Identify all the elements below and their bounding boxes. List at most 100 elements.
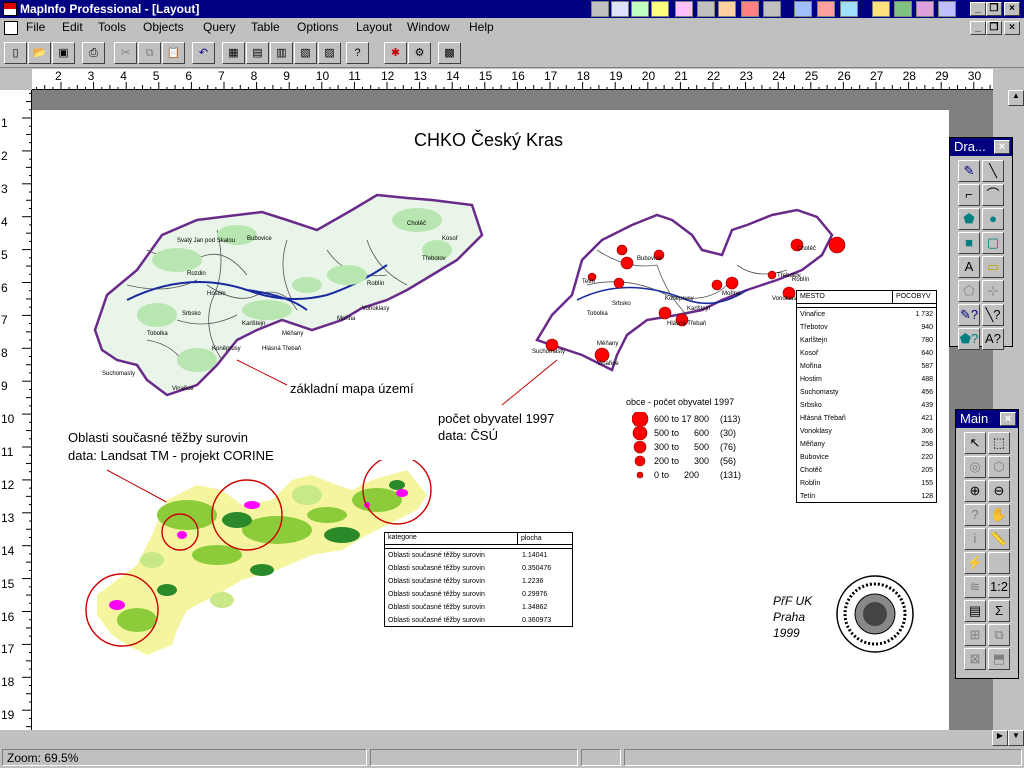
legend-row[interactable]: 500 to 600 (30) [632,426,762,440]
menu-options[interactable]: Options [297,20,338,34]
app-launcher-icon[interactable] [591,1,609,17]
main-palette-titlebar[interactable]: Main × [956,410,1018,428]
menu-layout[interactable]: Layout [356,20,392,34]
frame-tool-icon[interactable]: ▭ [982,256,1004,278]
table-row[interactable]: Hostim 488 [797,373,936,386]
add-node-tool-icon[interactable]: ⊹ [982,280,1004,302]
drawing-palette[interactable]: Dra... × ✎ ╲ ⌐ ⌒ ⬟ ● ■ ▢ A ▭ ⬠ ⊹ ✎? ╲? ⬟? A? [949,137,1013,350]
polygon-select-icon[interactable]: ⬡ [988,456,1010,478]
drawing-tool-icon[interactable] [697,1,715,17]
scroll-up-button[interactable]: ▲ [1008,90,1024,106]
mining-map[interactable] [77,460,437,665]
table-row[interactable]: Měňany 258 [797,438,936,451]
redistrict-icon[interactable]: ▨ [318,42,341,64]
scale-icon[interactable]: 1:2 [988,576,1010,598]
signature-line-2[interactable]: Praha [773,610,805,624]
menu-window[interactable]: Window [407,20,450,34]
select-tool-icon[interactable]: ↖ [964,432,986,454]
menu-query[interactable]: Query [203,20,236,34]
save-icon[interactable]: ▣ [52,42,75,64]
drawing-palette-titlebar[interactable]: Dra... × [950,138,1012,156]
legend-icon[interactable]: ▤ [964,600,986,622]
table-row[interactable]: Mořina 587 [797,360,936,373]
polyline-tool-icon[interactable]: ⌐ [958,184,980,206]
child-minimize-button[interactable]: _ [970,21,986,35]
population-source-label[interactable]: data: ČSÚ [438,428,498,443]
reshape-tool-icon[interactable]: ⬠ [958,280,980,302]
menu-file[interactable]: File [26,20,45,34]
change-view-icon[interactable]: ? [964,504,986,526]
table-row[interactable]: Oblasti současné těžby surovin 1.14041 [385,549,572,562]
new-grapher-icon[interactable]: ▥ [270,42,293,64]
camera-icon[interactable] [763,1,781,17]
table-row[interactable]: Suchomasty 456 [797,386,936,399]
layout-page[interactable]: CHKO Český Kras Svatý Jan pod Skalou Bubo… [32,110,949,746]
radius-select-icon[interactable]: ◎ [964,456,986,478]
menu-tools[interactable]: Tools [98,20,126,34]
new-layout-icon[interactable]: ▧ [294,42,317,64]
new-browser-icon[interactable]: ▦ [222,42,245,64]
mining-label[interactable]: Oblasti současné těžby surovin [68,430,248,445]
key-icon[interactable] [651,1,669,17]
layout-canvas[interactable]: CHKO Český Kras Svatý Jan pod Skalou Bubo… [32,90,993,746]
table-row[interactable]: Třebotov 940 [797,321,936,334]
text-style-icon[interactable]: A? [982,328,1004,350]
drag-window-icon[interactable]: ⧉ [988,624,1010,646]
table-row[interactable]: Oblasti současné těžby surovin 0.29976 [385,588,572,601]
layer-control-icon[interactable]: ≋ [964,576,986,598]
polygon-tool-icon[interactable]: ⬟ [958,208,980,230]
arc-tool-icon[interactable]: ⌒ [982,184,1004,206]
scroll-right-button[interactable]: ▶ [992,730,1008,746]
table-row[interactable]: Roblín 155 [797,477,936,490]
symbol-tool-icon[interactable]: ✎ [958,160,980,182]
table-row[interactable]: Oblasti současné těžby surovin 1.34862 [385,601,572,614]
legend-row[interactable]: 300 to 500 (76) [632,440,762,454]
statistics-icon[interactable]: Σ [988,600,1010,622]
horizontal-scrollbar[interactable]: ▶ [0,730,1008,746]
text-tool-icon[interactable]: A [958,256,980,278]
marquee-select-icon[interactable]: ⬚ [988,432,1010,454]
table-row[interactable]: Oblasti současné těžby surovin 1.2236 [385,575,572,588]
scroll-down-button[interactable]: ▼ [1008,730,1024,746]
mouse-icon[interactable] [938,1,956,17]
table-row[interactable]: Vonoklasy 306 [797,425,936,438]
main-palette-close-button[interactable]: × [1000,412,1016,426]
document-icon[interactable] [4,21,18,35]
drawing-palette-close-button[interactable]: × [994,140,1010,154]
signature-line-1[interactable]: PřF UK [773,594,812,608]
scale-bar-icon[interactable]: ▩ [438,42,461,64]
table-row[interactable]: Tetín 128 [797,490,936,503]
cube-icon[interactable] [817,1,835,17]
population-table[interactable]: MESTO POCOBYV Vinařice 1 732 Třebotov 940 Ka… [796,290,937,503]
rounded-rect-tool-icon[interactable]: ▢ [982,232,1004,254]
info-tool-icon[interactable]: i [964,528,986,550]
layout-title[interactable]: CHKO Český Kras [414,130,563,151]
signature-line-3[interactable]: 1999 [773,626,800,640]
legend-row[interactable]: 0 to 200 (131) [632,468,762,482]
main-palette[interactable]: Main × ↖ ⬚ ◎ ⬡ ⊕ ⊖? ✋ i 📏 ⚡ ≋ 1:2 ▤ Σ ⊞ ⧉ ⊠ ⬒ [955,409,1019,679]
table-row[interactable]: Hlásná Třebaň 421 [797,412,936,425]
university-seal[interactable] [835,574,915,654]
menu-table[interactable]: Table [251,20,280,34]
rectangle-tool-icon[interactable]: ■ [958,232,980,254]
palette-icon[interactable] [718,1,736,17]
legend[interactable]: 600 to 17 800 (113) 500 to 600 (30) 300 to 5… [632,412,762,492]
legend-row[interactable]: 200 to 300 (56) [632,454,762,468]
table-row[interactable]: Chotěč 205 [797,464,936,477]
ellipse-tool-icon[interactable]: ● [982,208,1004,230]
tool-manager-icon[interactable]: ⚙ [408,42,431,64]
population-label[interactable]: počet obyvatel 1997 [438,411,554,426]
table-row[interactable]: Srbsko 439 [797,399,936,412]
menu-objects[interactable]: Objects [143,20,184,34]
paste-icon[interactable]: 📋 [162,42,185,64]
blank-main-icon[interactable] [988,552,1010,574]
line-style-icon[interactable]: ╲? [982,304,1004,326]
people-icon[interactable] [916,1,934,17]
mining-table[interactable]: kategorie plocha Oblasti současné těžby … [384,532,573,627]
symbol-style-icon[interactable]: ✎? [958,304,980,326]
table-row[interactable]: Karlštejn 780 [797,334,936,347]
table-row[interactable]: Vinařice 1 732 [797,308,936,321]
print-icon[interactable]: ⎙ [82,42,105,64]
excel-icon[interactable] [631,1,649,17]
line-tool-icon[interactable]: ╲ [982,160,1004,182]
